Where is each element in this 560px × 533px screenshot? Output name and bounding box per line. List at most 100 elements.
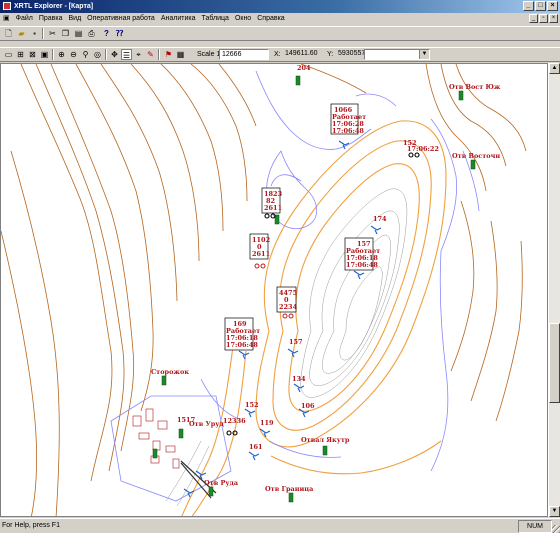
context-help-icon[interactable]: ⁇ <box>114 28 125 39</box>
post-marker <box>470 159 476 170</box>
layers-icon[interactable]: ☰ <box>121 49 132 60</box>
identify-icon[interactable]: ⌖ <box>133 49 144 60</box>
map-label[interactable]: Отвал Якутр <box>301 436 350 444</box>
excavator-icon <box>370 225 382 235</box>
y-label: Y: <box>327 51 334 58</box>
pan-icon[interactable]: ✥ <box>109 49 120 60</box>
post-marker <box>208 486 214 497</box>
terrain-contours <box>1 64 527 516</box>
post-marker <box>178 428 184 439</box>
map-label[interactable]: Отв Уруд <box>189 420 224 428</box>
map-label[interactable]: 157 <box>289 338 303 346</box>
map-canvas[interactable]: 1066 Работает 17:06:28 17:06:48 1823 82 … <box>1 64 548 517</box>
print-icon[interactable]: ⎙ <box>86 28 97 39</box>
excavator-icon <box>238 350 250 360</box>
map-label[interactable]: Отв Вост Юж <box>449 83 501 91</box>
scale-input[interactable]: 12666 <box>219 49 269 60</box>
open-folder-icon[interactable]: ▰ <box>16 28 27 39</box>
magnifier-icon[interactable]: ⚲ <box>80 49 91 60</box>
mdi-minimize-button[interactable]: _ <box>529 14 538 23</box>
toolbar-separator <box>52 49 54 60</box>
excavator-icon <box>293 383 305 393</box>
scroll-up-icon[interactable]: ▲ <box>549 63 560 74</box>
map-label[interactable]: 2611 <box>252 250 270 258</box>
map-label[interactable]: 134 <box>292 375 306 383</box>
new-file-icon[interactable]: 🗋 <box>3 28 14 39</box>
close-button[interactable]: × <box>547 1 558 11</box>
map-label[interactable]: Сторожок <box>151 368 189 376</box>
num-lock-indicator: NUM <box>518 520 552 533</box>
toolbar-separator <box>158 49 160 60</box>
map-label[interactable]: 161 <box>249 443 263 451</box>
chevron-down-icon[interactable]: ▼ <box>419 50 429 59</box>
truck-icon <box>408 152 420 158</box>
zoom-out-icon[interactable]: ⊖ <box>68 49 79 60</box>
status-message: For Help, press F1 <box>2 522 60 529</box>
truck-icon[interactable]: ⚑ <box>163 49 174 60</box>
app-icon <box>3 2 11 10</box>
grid-tool-icon[interactable]: ⊞ <box>15 49 26 60</box>
menu-edit[interactable]: Правка <box>36 13 66 25</box>
draw-icon[interactable]: ✎ <box>145 49 156 60</box>
status-bar: For Help, press F1 NUM <box>0 518 560 533</box>
save-icon[interactable]: ▪ <box>29 28 40 39</box>
x-coordinate: 149611.60 <box>283 49 323 60</box>
vertical-scrollbar[interactable]: ▲ ▼ <box>548 63 560 517</box>
menu-view[interactable]: Вид <box>66 13 85 25</box>
truck-icon <box>282 313 294 319</box>
mdi-restore-button[interactable]: ▫ <box>539 14 548 23</box>
zoom-all-icon[interactable]: ⊠ <box>27 49 38 60</box>
zoom-window-icon[interactable]: ▣ <box>39 49 50 60</box>
copy-icon[interactable]: ❐ <box>60 28 71 39</box>
map-label[interactable]: 152 <box>245 401 259 409</box>
menu-operations[interactable]: Оперативная работа <box>84 13 158 25</box>
map-label[interactable]: 17:06:48 <box>226 341 258 349</box>
map-label[interactable]: 2234 <box>279 303 298 311</box>
map-label[interactable]: Отв Восточн <box>452 152 500 160</box>
truck-icon <box>254 263 266 269</box>
map-label[interactable]: Отв Граница <box>265 485 314 493</box>
menu-help[interactable]: Справка <box>254 13 287 25</box>
menu-window[interactable]: Окно <box>232 13 254 25</box>
toolbar-separator <box>42 28 44 39</box>
excavator-icons <box>183 140 382 498</box>
excavator-icon <box>248 451 260 461</box>
minimize-button[interactable]: _ <box>523 1 534 11</box>
select-tool-icon[interactable]: ▭ <box>3 49 14 60</box>
cut-icon[interactable]: ✂ <box>47 28 58 39</box>
map-view[interactable]: 1066 Работает 17:06:28 17:06:48 1823 82 … <box>0 63 548 517</box>
map-label[interactable]: 17:06:22 <box>407 145 439 153</box>
app-menu-icon[interactable]: ▣ <box>0 13 13 25</box>
post-marker <box>322 445 328 456</box>
map-label[interactable]: 2611 <box>264 204 282 212</box>
truck-icon <box>226 430 238 436</box>
excavator-icon <box>244 408 256 418</box>
menu-bar: ▣ Файл Правка Вид Оперативная работа Аналитик… <box>0 13 560 25</box>
zoom-in-icon[interactable]: ⊕ <box>56 49 67 60</box>
post-marker <box>274 214 280 225</box>
map-label[interactable]: 174 <box>373 215 387 223</box>
map-label[interactable]: 12336 <box>223 417 246 425</box>
title-bar: XRTL Explorer - [Карта] _ □ × <box>0 0 560 13</box>
toolbar-separator <box>105 49 107 60</box>
menu-analytics[interactable]: Аналитика <box>158 13 199 25</box>
map-label[interactable]: 17:06:48 <box>332 127 364 135</box>
map-label[interactable]: Отв Руда <box>204 479 239 487</box>
mdi-close-button[interactable]: × <box>549 14 558 23</box>
map-label[interactable]: 204 <box>297 64 311 72</box>
maximize-button[interactable]: □ <box>535 1 546 11</box>
post-marker <box>288 492 294 503</box>
scroll-thumb[interactable] <box>549 323 560 403</box>
menu-table[interactable]: Таблица <box>198 13 231 25</box>
map-label[interactable]: 106 <box>301 402 315 410</box>
scroll-down-icon[interactable]: ▼ <box>549 506 560 517</box>
map-label[interactable]: 17:06:48 <box>346 261 378 269</box>
table-icon[interactable]: ▦ <box>175 49 186 60</box>
layer-select[interactable]: ▼ <box>364 49 430 60</box>
paste-icon[interactable]: ▤ <box>73 28 84 39</box>
zoom-extent-icon[interactable]: ◎ <box>92 49 103 60</box>
menu-file[interactable]: Файл <box>13 13 36 25</box>
help-icon[interactable]: ? <box>101 28 112 39</box>
truck-icons <box>226 152 420 436</box>
map-label[interactable]: 119 <box>260 419 274 427</box>
